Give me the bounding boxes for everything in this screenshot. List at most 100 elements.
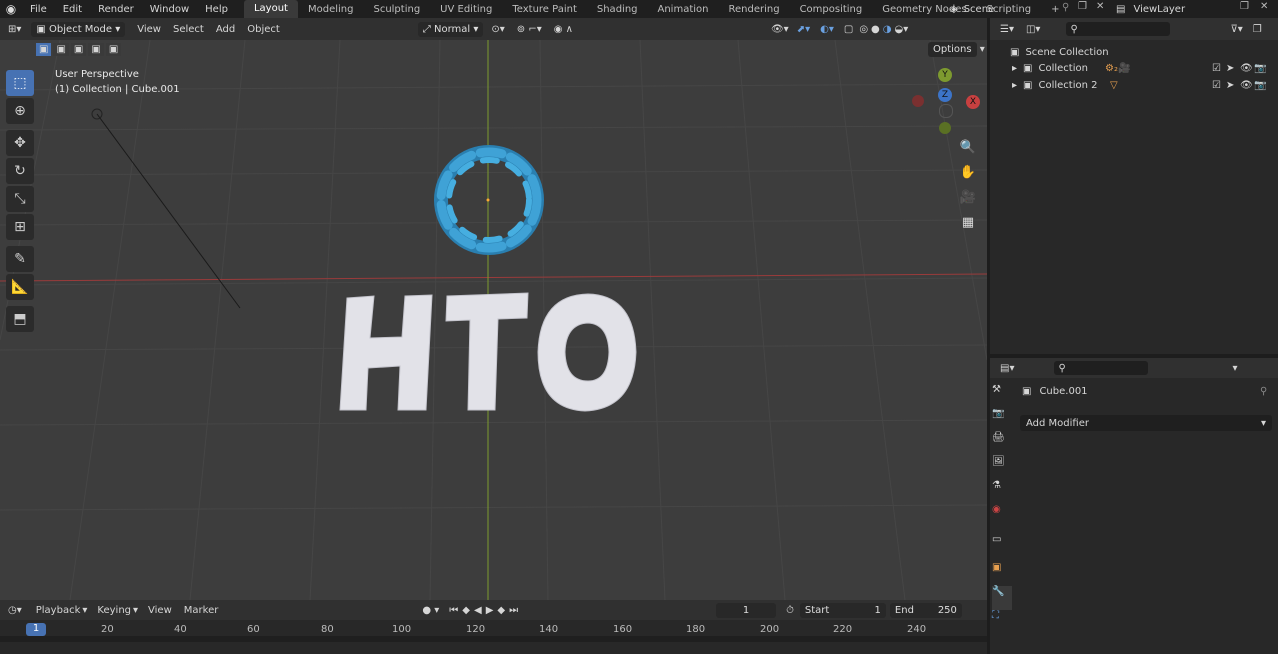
exclude-checkbox[interactable]: ☑ <box>1212 63 1221 74</box>
pan-hand-icon[interactable]: ✋ <box>957 161 979 183</box>
transform-icon[interactable]: ⊞ <box>6 214 34 240</box>
new-scene-icon[interactable]: ❐ <box>1078 1 1087 12</box>
select-box-icon[interactable]: ⬚ <box>6 70 34 96</box>
tab-uv-editing[interactable]: UV Editing <box>430 4 502 15</box>
select-invert-icon[interactable]: ▣ <box>88 43 104 56</box>
select-intersect-icon[interactable]: ▣ <box>105 43 122 56</box>
add-menu[interactable]: Add <box>216 24 235 35</box>
menu-window[interactable]: Window <box>142 4 197 15</box>
keying-menu[interactable]: Keying <box>97 605 131 616</box>
collection-label[interactable]: Collection <box>1038 63 1087 74</box>
delete-scene-icon[interactable]: ✕ <box>1096 1 1104 12</box>
tab-layout[interactable]: Layout <box>243 0 298 18</box>
zoom-icon[interactable]: 🔍 <box>957 136 979 158</box>
jump-end-icon[interactable]: ⏭ <box>509 605 518 616</box>
select-subtract-icon[interactable]: ▣ <box>70 43 87 56</box>
view-layer-selector[interactable]: ▤ ViewLayer <box>1116 0 1185 18</box>
jump-start-icon[interactable]: ⏮ <box>449 605 458 616</box>
pin-icon[interactable]: ⚲ <box>1260 386 1267 397</box>
proportional-edit-icon[interactable]: ◉ ∧ <box>554 24 573 35</box>
playback-menu[interactable]: Playback <box>36 605 81 616</box>
orientation-dropdown[interactable]: ⤢ Normal ▾ <box>417 21 484 37</box>
selectable-icon[interactable]: ➤ <box>1226 63 1234 74</box>
timeline-editor-type-icon[interactable]: ◷▾ <box>8 605 22 616</box>
overlay-icon[interactable]: ◐▾ <box>820 24 834 35</box>
3d-viewport[interactable]: User Perspective (1) Collection | Cube.0… <box>0 40 987 600</box>
world-tab-icon[interactable]: ◉ <box>992 504 1012 534</box>
outliner-editor-type-icon[interactable]: ☰▾ <box>1000 24 1014 35</box>
tool-tab-icon[interactable]: ⚒ <box>992 384 1012 408</box>
current-frame-field[interactable]: 1 <box>716 602 777 618</box>
playhead-frame[interactable]: 1 <box>26 623 46 636</box>
view-menu[interactable]: View <box>148 605 172 616</box>
select-menu[interactable]: Select <box>173 24 204 35</box>
editor-type-icon[interactable]: ⊞▾ <box>8 24 21 35</box>
tab-texture-paint[interactable]: Texture Paint <box>502 4 587 15</box>
record-icon[interactable]: ● ▾ <box>422 605 439 616</box>
shading-rendered-icon[interactable]: ◒▾ <box>895 24 909 35</box>
render-camera-icon[interactable]: 📷 <box>1254 80 1266 91</box>
gizmo-y-axis[interactable]: Y <box>938 68 952 82</box>
measure-icon[interactable]: 📐 <box>6 274 34 300</box>
select-new-icon[interactable]: ▣ <box>36 43 52 56</box>
collection-tab-icon[interactable]: ▭ <box>992 534 1012 562</box>
modifier-tab-icon[interactable]: 🔧 <box>992 586 1012 610</box>
pin-icon[interactable]: ⚲ <box>1062 2 1069 13</box>
gizmo-neg-x[interactable] <box>912 95 924 107</box>
properties-search-input[interactable]: ⚲ <box>1054 361 1149 375</box>
start-frame-field[interactable]: Start 1 <box>799 602 886 618</box>
output-tab-icon[interactable]: 🖨 <box>992 432 1012 456</box>
exclude-checkbox[interactable]: ☑ <box>1212 80 1221 91</box>
perspective-grid-icon[interactable]: ▦ <box>957 211 979 233</box>
add-cube-icon[interactable]: ⬒ <box>6 306 34 332</box>
select-extend-icon[interactable]: ▣ <box>53 43 69 56</box>
render-tab-icon[interactable]: 📷 <box>992 408 1012 432</box>
move-icon[interactable]: ✥ <box>6 130 34 156</box>
gizmo-neg-y[interactable] <box>939 122 951 134</box>
jump-key-back-icon[interactable]: ◆ <box>462 605 470 616</box>
object-menu[interactable]: Object <box>247 24 280 35</box>
scene-tab-icon[interactable]: ⚗ <box>992 480 1012 504</box>
options-button[interactable]: Options ▾ <box>928 42 985 57</box>
gizmo-neg-z[interactable] <box>939 104 953 118</box>
end-frame-field[interactable]: End 250 <box>889 602 962 618</box>
expand-arrow-icon[interactable]: ▸ <box>1012 80 1017 91</box>
snap-icon[interactable]: ⊚ ⌐▾ <box>517 24 542 35</box>
play-reverse-icon[interactable]: ◀ <box>474 605 482 616</box>
outliner-row-collection-2[interactable]: ▸ ▣ Collection 2 ▽ ☑ ➤ 👁 📷 <box>990 77 1278 94</box>
expand-arrow-icon[interactable]: ▸ <box>1012 63 1017 74</box>
visibility-eye-icon[interactable]: 👁 <box>1240 63 1253 74</box>
display-mode-icon[interactable]: ◫▾ <box>1026 24 1040 35</box>
tab-animation[interactable]: Animation <box>648 4 719 15</box>
delete-view-layer-icon[interactable]: ✕ <box>1260 1 1268 12</box>
cursor-icon[interactable]: ⊕ <box>6 98 34 124</box>
new-view-layer-icon[interactable]: ❐ <box>1240 1 1249 12</box>
shading-material-icon[interactable]: ◑ <box>883 24 892 35</box>
collapse-icon[interactable]: ▾ <box>1232 363 1237 374</box>
tab-modeling[interactable]: Modeling <box>298 4 364 15</box>
xray-icon[interactable]: ▢ <box>844 24 853 35</box>
camera-icon[interactable]: 🎥 <box>957 186 979 208</box>
hto-text-object[interactable] <box>339 292 637 412</box>
outliner-search-input[interactable]: ⚲ <box>1066 22 1171 36</box>
selectable-icon[interactable]: ➤ <box>1226 80 1234 91</box>
particles-tab-icon[interactable]: ⛶ <box>992 610 1012 630</box>
pivot-icon[interactable]: ⊙▾ <box>491 24 504 35</box>
menu-help[interactable]: Help <box>197 4 236 15</box>
filter-icon[interactable]: ⊽▾ <box>1230 24 1242 35</box>
gizmo-icon[interactable]: ⬈▾ <box>797 24 810 35</box>
tab-compositing[interactable]: Compositing <box>790 4 873 15</box>
annotate-icon[interactable]: ✎ <box>6 246 34 272</box>
menu-render[interactable]: Render <box>90 4 142 15</box>
rotate-icon[interactable]: ↻ <box>6 158 34 184</box>
scene-selector[interactable]: ◈ Scene <box>950 0 994 18</box>
jump-key-forward-icon[interactable]: ◆ <box>497 605 505 616</box>
blender-logo-icon[interactable]: ◉ <box>0 2 22 16</box>
shading-solid-icon[interactable]: ● <box>871 24 880 35</box>
object-tab-icon[interactable]: ▣ <box>992 562 1012 586</box>
mode-dropdown[interactable]: ▣ Object Mode ▾ <box>31 21 126 37</box>
collection-label[interactable]: Collection 2 <box>1038 80 1097 91</box>
properties-editor-type-icon[interactable]: ▤▾ <box>1000 363 1014 374</box>
stopwatch-icon[interactable]: ⏱ <box>786 605 794 616</box>
outliner-row-collection[interactable]: ▸ ▣ Collection ⚙₂🎥 ☑ ➤ 👁 📷 <box>990 60 1278 77</box>
